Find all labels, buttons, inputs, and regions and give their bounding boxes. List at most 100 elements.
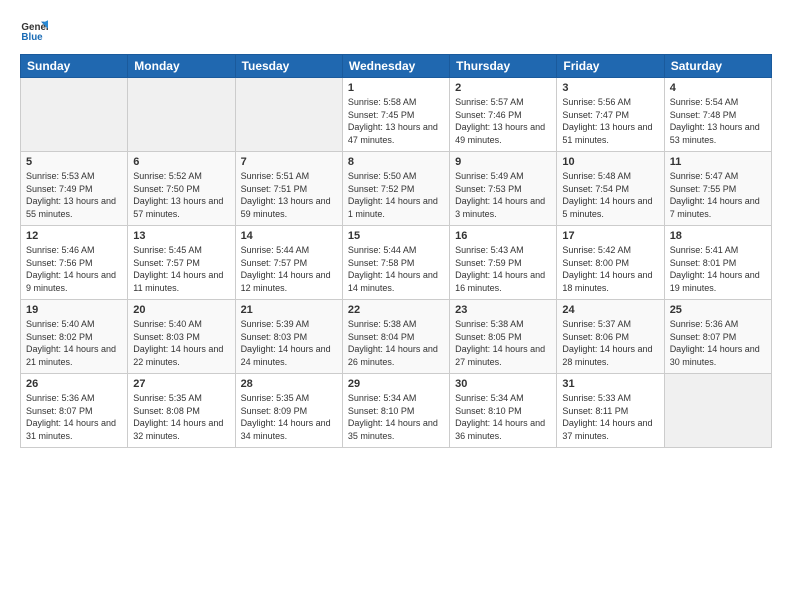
day-header-wednesday: Wednesday <box>342 55 449 78</box>
day-number: 3 <box>562 82 658 94</box>
day-number: 4 <box>670 82 766 94</box>
day-number: 6 <box>133 156 229 168</box>
calendar-cell <box>664 374 771 448</box>
day-number: 27 <box>133 378 229 390</box>
calendar-cell: 10Sunrise: 5:48 AMSunset: 7:54 PMDayligh… <box>557 152 664 226</box>
calendar-cell: 5 Sunrise: 5:53 AMSunset: 7:49 PMDaylight… <box>21 152 128 226</box>
day-number: 12 <box>26 230 122 242</box>
day-number: 11 <box>670 156 766 168</box>
day-info: Sunrise: 5:39 AMSunset: 8:03 PMDaylight:… <box>241 318 337 368</box>
calendar-cell: 6 Sunrise: 5:52 AMSunset: 7:50 PMDaylight… <box>128 152 235 226</box>
calendar-page: General Blue SundayMondayTuesdayWednesda… <box>0 0 792 612</box>
day-info: Sunrise: 5:58 AMSunset: 7:45 PMDaylight:… <box>348 96 444 146</box>
calendar-cell: 20 Sunrise: 5:40 AMSunset: 8:03 PMDayligh… <box>128 300 235 374</box>
calendar-cell: 26 Sunrise: 5:36 AMSunset: 8:07 PMDayligh… <box>21 374 128 448</box>
calendar-table: SundayMondayTuesdayWednesdayThursdayFrid… <box>20 54 772 448</box>
calendar-cell: 28Sunrise: 5:35 AMSunset: 8:09 PMDayligh… <box>235 374 342 448</box>
calendar-cell <box>21 78 128 152</box>
calendar-cell: 17 Sunrise: 5:42 AMSunset: 8:00 PMDayligh… <box>557 226 664 300</box>
calendar-week-row: 19 Sunrise: 5:40 AMSunset: 8:02 PMDayligh… <box>21 300 772 374</box>
day-header-saturday: Saturday <box>664 55 771 78</box>
day-number: 31 <box>562 378 658 390</box>
day-info: Sunrise: 5:33 AMSunset: 8:11 PMDaylight:… <box>562 392 658 442</box>
logo-icon: General Blue <box>20 16 48 44</box>
calendar-cell <box>235 78 342 152</box>
day-info: Sunrise: 5:44 AMSunset: 7:58 PMDaylight:… <box>348 244 444 294</box>
day-number: 26 <box>26 378 122 390</box>
logo: General Blue <box>20 16 52 44</box>
calendar-cell: 30 Sunrise: 5:34 AMSunset: 8:10 PMDayligh… <box>450 374 557 448</box>
svg-text:Blue: Blue <box>21 32 43 43</box>
calendar-cell: 23Sunrise: 5:38 AMSunset: 8:05 PMDayligh… <box>450 300 557 374</box>
day-number: 30 <box>455 378 551 390</box>
day-number: 7 <box>241 156 337 168</box>
day-number: 9 <box>455 156 551 168</box>
day-number: 16 <box>455 230 551 242</box>
calendar-cell: 12Sunrise: 5:46 AMSunset: 7:56 PMDayligh… <box>21 226 128 300</box>
calendar-cell: 7 Sunrise: 5:51 AMSunset: 7:51 PMDaylight… <box>235 152 342 226</box>
day-header-monday: Monday <box>128 55 235 78</box>
day-number: 2 <box>455 82 551 94</box>
day-info: Sunrise: 5:36 AMSunset: 8:07 PMDaylight:… <box>670 318 766 368</box>
calendar-cell: 1Sunrise: 5:58 AMSunset: 7:45 PMDaylight… <box>342 78 449 152</box>
calendar-cell: 25 Sunrise: 5:36 AMSunset: 8:07 PMDayligh… <box>664 300 771 374</box>
day-number: 22 <box>348 304 444 316</box>
day-info: Sunrise: 5:56 AMSunset: 7:47 PMDaylight:… <box>562 96 658 146</box>
calendar-cell: 2 Sunrise: 5:57 AMSunset: 7:46 PMDaylight… <box>450 78 557 152</box>
day-info: Sunrise: 5:42 AMSunset: 8:00 PMDaylight:… <box>562 244 658 294</box>
calendar-cell: 9 Sunrise: 5:49 AMSunset: 7:53 PMDaylight… <box>450 152 557 226</box>
day-info: Sunrise: 5:38 AMSunset: 8:05 PMDaylight:… <box>455 318 551 368</box>
day-info: Sunrise: 5:34 AMSunset: 8:10 PMDaylight:… <box>348 392 444 442</box>
day-info: Sunrise: 5:50 AMSunset: 7:52 PMDaylight:… <box>348 170 444 220</box>
day-info: Sunrise: 5:43 AMSunset: 7:59 PMDaylight:… <box>455 244 551 294</box>
day-number: 18 <box>670 230 766 242</box>
day-number: 17 <box>562 230 658 242</box>
day-info: Sunrise: 5:48 AMSunset: 7:54 PMDaylight:… <box>562 170 658 220</box>
calendar-week-row: 1Sunrise: 5:58 AMSunset: 7:45 PMDaylight… <box>21 78 772 152</box>
day-number: 25 <box>670 304 766 316</box>
calendar-cell: 3 Sunrise: 5:56 AMSunset: 7:47 PMDaylight… <box>557 78 664 152</box>
calendar-cell: 15Sunrise: 5:44 AMSunset: 7:58 PMDayligh… <box>342 226 449 300</box>
calendar-header-row: SundayMondayTuesdayWednesdayThursdayFrid… <box>21 55 772 78</box>
day-info: Sunrise: 5:44 AMSunset: 7:57 PMDaylight:… <box>241 244 337 294</box>
day-number: 21 <box>241 304 337 316</box>
day-number: 19 <box>26 304 122 316</box>
day-info: Sunrise: 5:36 AMSunset: 8:07 PMDaylight:… <box>26 392 122 442</box>
day-number: 20 <box>133 304 229 316</box>
day-number: 28 <box>241 378 337 390</box>
day-number: 5 <box>26 156 122 168</box>
day-info: Sunrise: 5:40 AMSunset: 8:03 PMDaylight:… <box>133 318 229 368</box>
day-number: 24 <box>562 304 658 316</box>
day-info: Sunrise: 5:52 AMSunset: 7:50 PMDaylight:… <box>133 170 229 220</box>
day-info: Sunrise: 5:40 AMSunset: 8:02 PMDaylight:… <box>26 318 122 368</box>
calendar-week-row: 26 Sunrise: 5:36 AMSunset: 8:07 PMDayligh… <box>21 374 772 448</box>
day-info: Sunrise: 5:37 AMSunset: 8:06 PMDaylight:… <box>562 318 658 368</box>
calendar-week-row: 12Sunrise: 5:46 AMSunset: 7:56 PMDayligh… <box>21 226 772 300</box>
day-header-thursday: Thursday <box>450 55 557 78</box>
calendar-cell: 18 Sunrise: 5:41 AMSunset: 8:01 PMDayligh… <box>664 226 771 300</box>
day-info: Sunrise: 5:41 AMSunset: 8:01 PMDaylight:… <box>670 244 766 294</box>
day-info: Sunrise: 5:54 AMSunset: 7:48 PMDaylight:… <box>670 96 766 146</box>
calendar-cell: 22 Sunrise: 5:38 AMSunset: 8:04 PMDayligh… <box>342 300 449 374</box>
day-info: Sunrise: 5:51 AMSunset: 7:51 PMDaylight:… <box>241 170 337 220</box>
calendar-cell: 31 Sunrise: 5:33 AMSunset: 8:11 PMDayligh… <box>557 374 664 448</box>
calendar-cell: 11 Sunrise: 5:47 AMSunset: 7:55 PMDayligh… <box>664 152 771 226</box>
calendar-cell: 16 Sunrise: 5:43 AMSunset: 7:59 PMDayligh… <box>450 226 557 300</box>
calendar-cell: 21 Sunrise: 5:39 AMSunset: 8:03 PMDayligh… <box>235 300 342 374</box>
day-info: Sunrise: 5:53 AMSunset: 7:49 PMDaylight:… <box>26 170 122 220</box>
day-info: Sunrise: 5:38 AMSunset: 8:04 PMDaylight:… <box>348 318 444 368</box>
day-info: Sunrise: 5:57 AMSunset: 7:46 PMDaylight:… <box>455 96 551 146</box>
day-info: Sunrise: 5:45 AMSunset: 7:57 PMDaylight:… <box>133 244 229 294</box>
day-number: 14 <box>241 230 337 242</box>
day-info: Sunrise: 5:34 AMSunset: 8:10 PMDaylight:… <box>455 392 551 442</box>
calendar-cell: 14 Sunrise: 5:44 AMSunset: 7:57 PMDayligh… <box>235 226 342 300</box>
day-number: 29 <box>348 378 444 390</box>
day-header-friday: Friday <box>557 55 664 78</box>
calendar-week-row: 5 Sunrise: 5:53 AMSunset: 7:49 PMDaylight… <box>21 152 772 226</box>
calendar-cell: 13Sunrise: 5:45 AMSunset: 7:57 PMDayligh… <box>128 226 235 300</box>
day-info: Sunrise: 5:35 AMSunset: 8:08 PMDaylight:… <box>133 392 229 442</box>
calendar-cell: 4 Sunrise: 5:54 AMSunset: 7:48 PMDaylight… <box>664 78 771 152</box>
day-info: Sunrise: 5:49 AMSunset: 7:53 PMDaylight:… <box>455 170 551 220</box>
calendar-cell: 8Sunrise: 5:50 AMSunset: 7:52 PMDaylight… <box>342 152 449 226</box>
day-info: Sunrise: 5:47 AMSunset: 7:55 PMDaylight:… <box>670 170 766 220</box>
